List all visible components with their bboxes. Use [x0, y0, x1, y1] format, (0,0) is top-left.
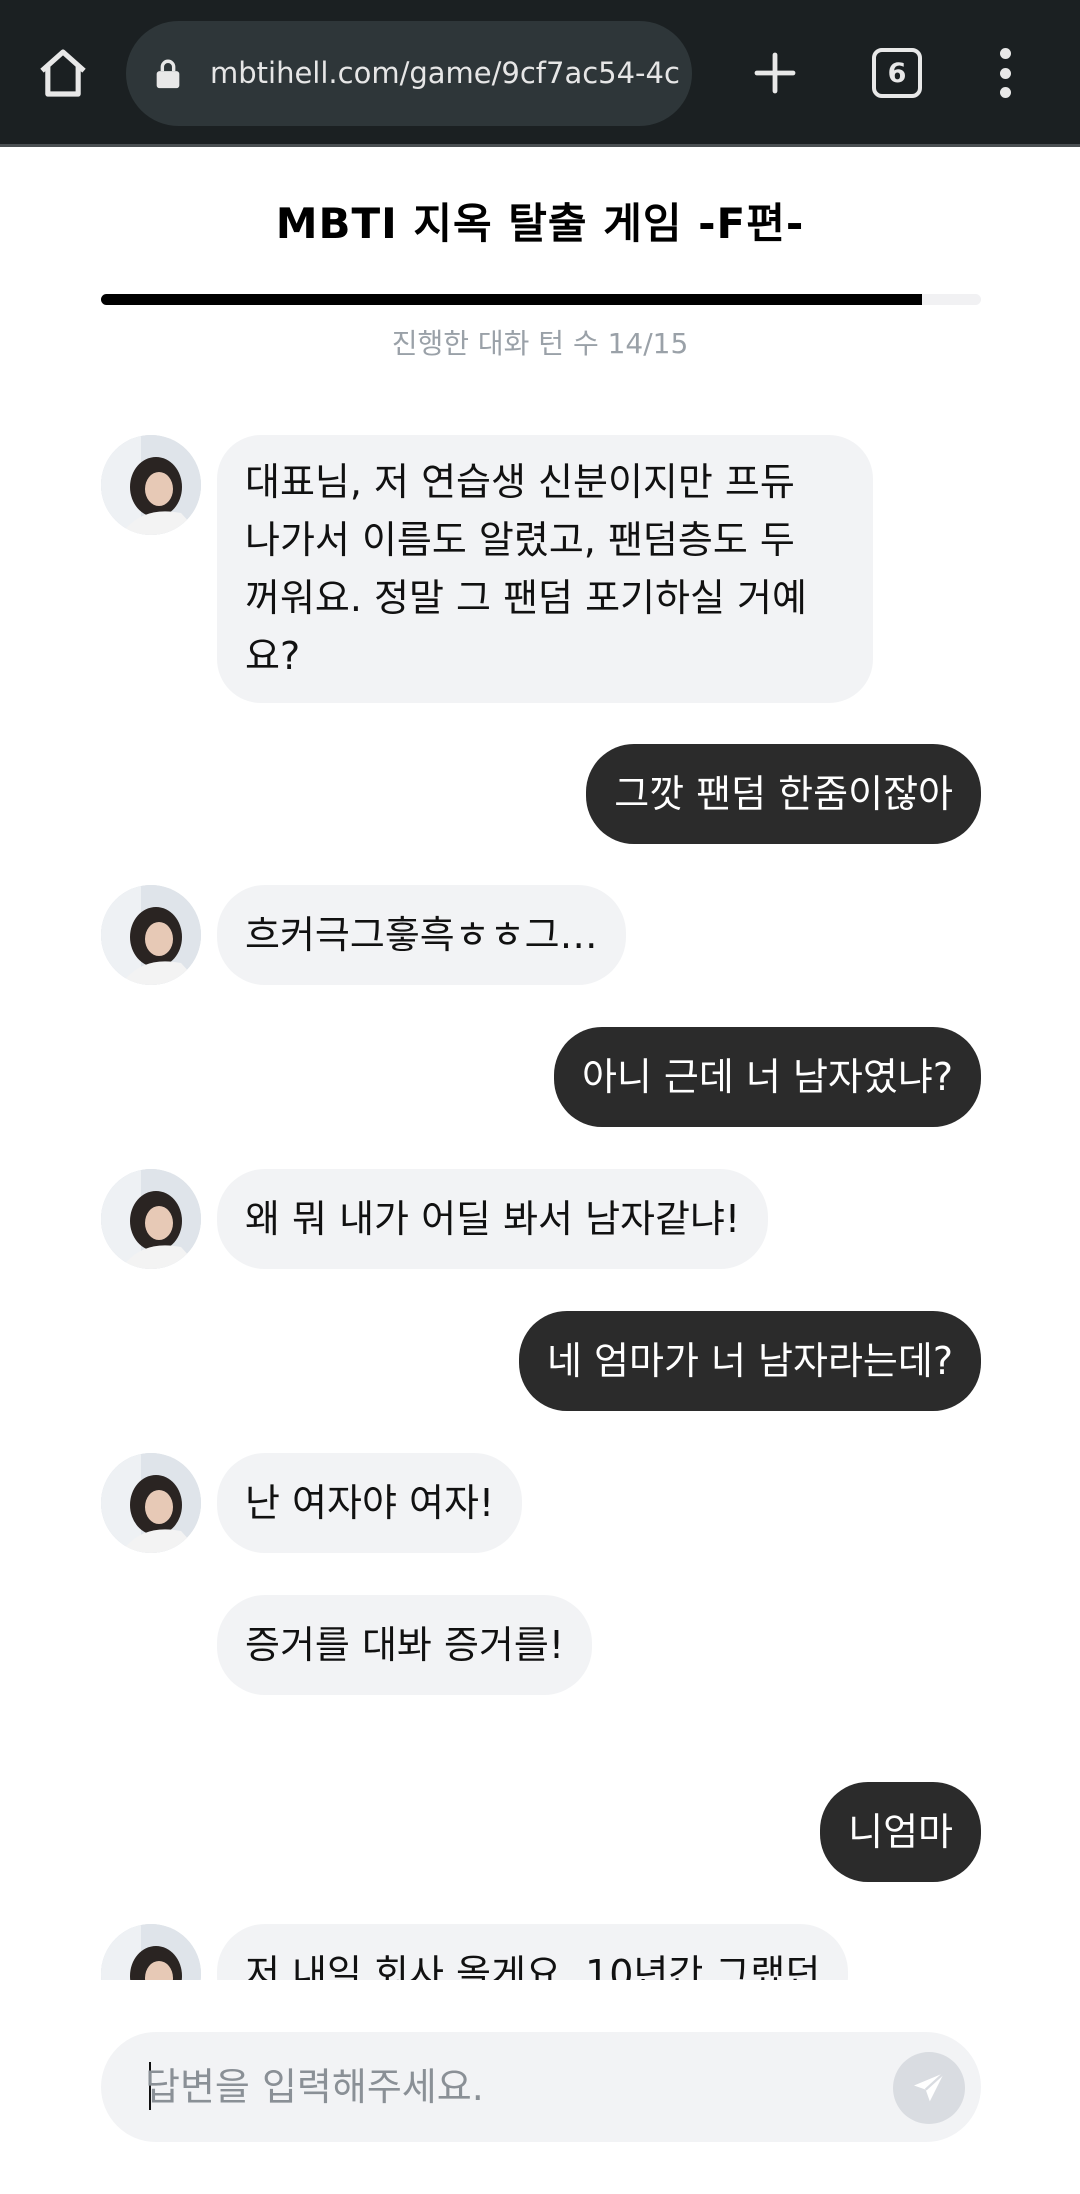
more-menu-icon[interactable] — [985, 48, 1025, 98]
turn-counter: 진행한 대화 턴 수 14/15 — [391, 327, 689, 360]
send-icon — [914, 2072, 945, 2102]
reply-input[interactable] — [145, 2052, 885, 2122]
address-bar[interactable]: mbtihell.com/game/9cf7ac54-4c7 — [126, 21, 692, 126]
bot-avatar — [101, 435, 201, 535]
reply-input-bar — [101, 2032, 981, 2142]
bot-message: 증거를 대봐 증거를! — [217, 1595, 593, 1695]
tab-switcher-button[interactable]: 6 — [872, 48, 922, 98]
send-button[interactable] — [893, 2052, 965, 2124]
bot-avatar — [101, 885, 201, 985]
bot-message: 저 내일 회사 올게요. 10년간 그랬던 — [217, 1924, 849, 1980]
bot-avatar — [101, 1453, 201, 1553]
tab-count: 6 — [887, 57, 907, 89]
chat-log: 대표님, 저 연습생 신분이지만 프듀 나가서 이름도 알렸고, 팬덤층도 두 … — [0, 390, 1080, 1980]
page-title: MBTI 지옥 탈출 게임 -F편- — [275, 199, 805, 248]
bot-message: 흐커극그흫흑ㅎㅎ그… — [217, 885, 626, 985]
browser-toolbar: mbtihell.com/game/9cf7ac54-4c7 6 — [0, 0, 1080, 147]
user-message: 아니 근데 너 남자였냐? — [553, 1027, 981, 1127]
user-message: 니엄마 — [820, 1782, 981, 1882]
bot-avatar — [101, 1169, 201, 1269]
user-message: 그깟 팬덤 한줌이잖아 — [586, 744, 981, 844]
bot-message: 대표님, 저 연습생 신분이지만 프듀 나가서 이름도 알렸고, 팬덤층도 두 … — [217, 435, 873, 703]
home-icon[interactable] — [30, 40, 96, 106]
new-tab-icon[interactable] — [742, 40, 808, 106]
user-message: 네 엄마가 너 남자라는데? — [518, 1311, 981, 1411]
lock-icon — [156, 59, 180, 89]
bot-message: 왜 뭐 내가 어딜 봐서 남자같냐! — [217, 1169, 769, 1269]
turn-progress-fill — [101, 294, 923, 305]
bot-avatar — [101, 1924, 201, 1980]
bot-message: 난 여자야 여자! — [217, 1453, 523, 1553]
url-text: mbtihell.com/game/9cf7ac54-4c7 — [210, 56, 680, 90]
turn-progress-bar — [101, 294, 981, 305]
